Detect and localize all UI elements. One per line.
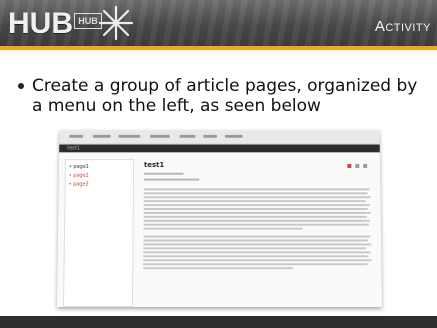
- bullet-icon: [18, 83, 24, 89]
- screenshot-sidebar-item: • page1: [68, 164, 89, 170]
- starburst-icon: [98, 5, 134, 41]
- slide-header: HUB HUB Activity: [0, 0, 437, 46]
- screenshot-nav-bar: [59, 130, 380, 145]
- hub-logo: HUB: [8, 7, 73, 40]
- example-screenshot: test1 • page1 • page2 • page3 test1: [57, 130, 382, 307]
- accent-rule: [0, 46, 437, 50]
- screenshot-article-title: test1: [143, 161, 165, 169]
- screenshot-sidebar-item: • page2: [68, 172, 89, 179]
- screenshot-breadcrumb: test1: [67, 145, 80, 152]
- slide: HUB HUB Activity Create a group of artic…: [0, 0, 437, 328]
- screenshot-sidebar-item: • page3: [68, 181, 89, 188]
- screenshot-breadcrumb-bar: test1: [59, 144, 380, 153]
- screenshot-article: test1: [141, 159, 375, 305]
- slide-footer: [0, 316, 437, 328]
- screenshot-sidebar-menu: • page1 • page2 • page3: [63, 159, 135, 307]
- slide-title: Activity: [374, 18, 431, 35]
- bullet-text: Create a group of article pages, organiz…: [32, 76, 418, 116]
